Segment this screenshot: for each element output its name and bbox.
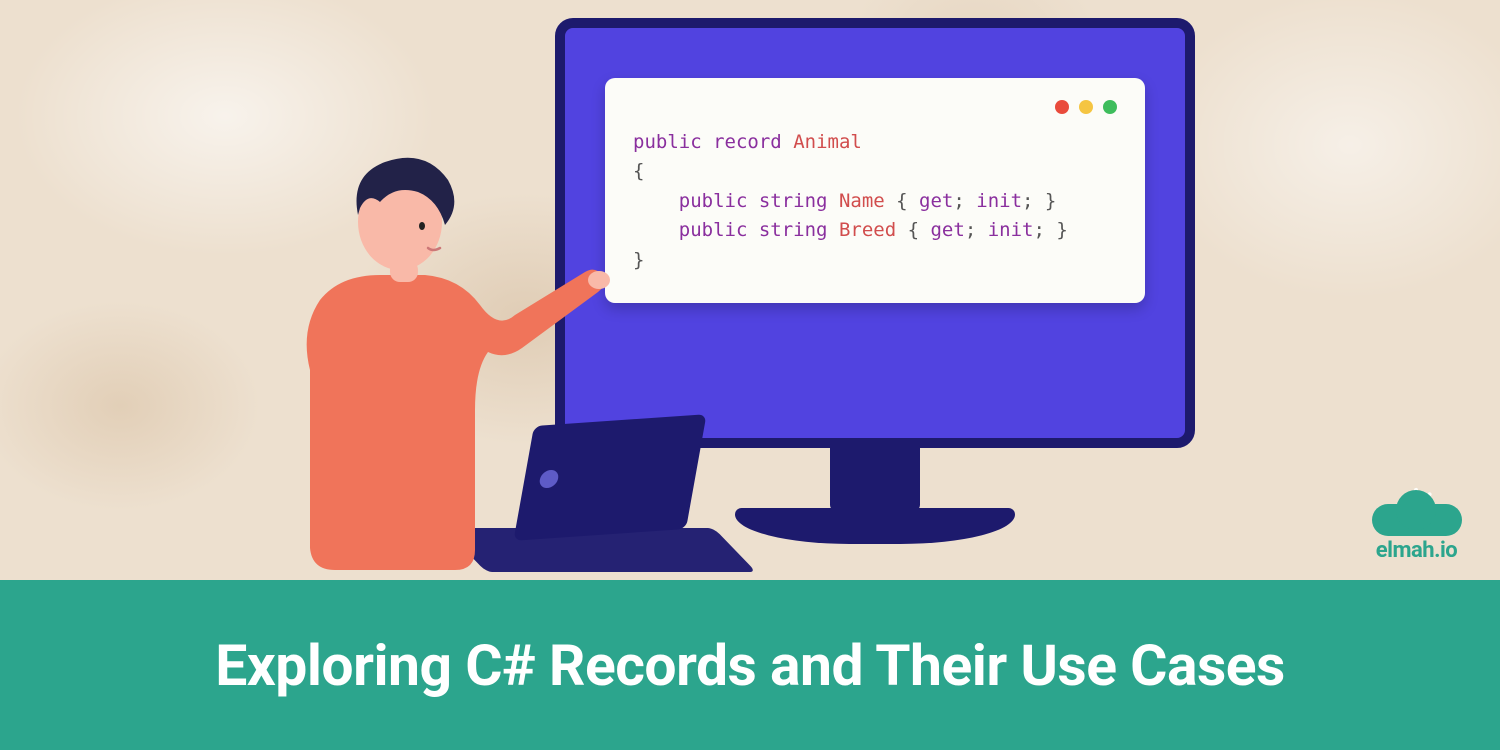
cloud-icon [1372, 490, 1462, 536]
person-illustration [250, 130, 610, 580]
close-icon [1055, 100, 1069, 114]
maximize-icon [1103, 100, 1117, 114]
code-window: public record Animal { public string Nam… [605, 78, 1145, 303]
monitor-base [735, 508, 1015, 544]
minimize-icon [1079, 100, 1093, 114]
monitor-neck [830, 446, 920, 511]
brand-name: elmah.io [1359, 538, 1474, 563]
window-traffic-lights [633, 100, 1117, 114]
code-snippet: public record Animal { public string Nam… [633, 128, 1117, 275]
bug-icon [1402, 493, 1432, 526]
title-banner: Exploring C# Records and Their Use Cases [0, 580, 1500, 750]
page-title: Exploring C# Records and Their Use Cases [215, 632, 1285, 699]
brand-logo: elmah.io [1359, 490, 1474, 570]
monitor-screen: public record Animal { public string Nam… [555, 18, 1195, 448]
